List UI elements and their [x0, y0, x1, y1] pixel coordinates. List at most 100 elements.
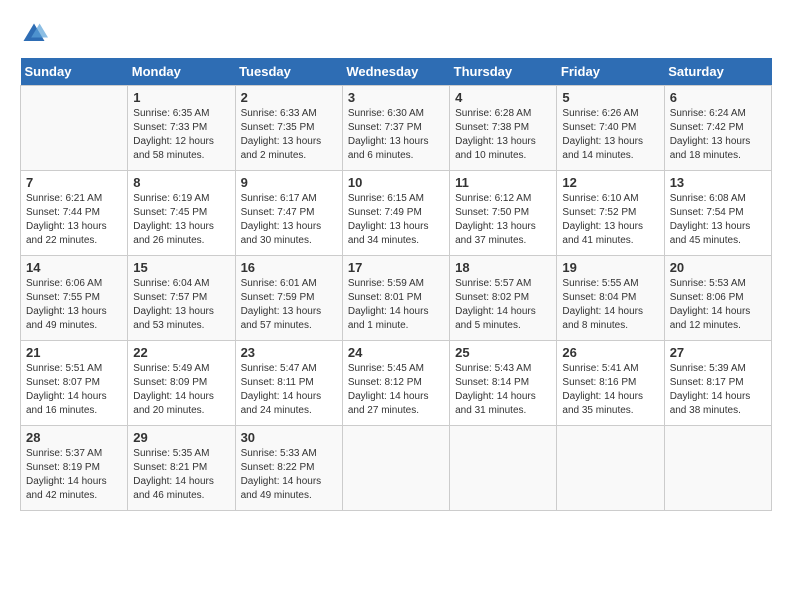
calendar-cell: 10 Sunrise: 6:15 AM Sunset: 7:49 PM Dayli… — [342, 171, 449, 256]
calendar-cell: 18 Sunrise: 5:57 AM Sunset: 8:02 PM Dayli… — [450, 256, 557, 341]
calendar-cell: 16 Sunrise: 6:01 AM Sunset: 7:59 PM Dayli… — [235, 256, 342, 341]
cell-content: Sunrise: 5:51 AM Sunset: 8:07 PM Dayligh… — [26, 362, 122, 418]
cell-content: Sunrise: 6:10 AM Sunset: 7:52 PM Dayligh… — [562, 192, 658, 248]
day-number: 10 — [348, 175, 444, 190]
day-number: 19 — [562, 260, 658, 275]
cell-content: Sunrise: 5:47 AM Sunset: 8:11 PM Dayligh… — [241, 362, 337, 418]
day-number: 12 — [562, 175, 658, 190]
cell-content: Sunrise: 6:21 AM Sunset: 7:44 PM Dayligh… — [26, 192, 122, 248]
calendar-cell: 23 Sunrise: 5:47 AM Sunset: 8:11 PM Dayli… — [235, 341, 342, 426]
calendar-cell: 12 Sunrise: 6:10 AM Sunset: 7:52 PM Dayli… — [557, 171, 664, 256]
cell-content: Sunrise: 6:08 AM Sunset: 7:54 PM Dayligh… — [670, 192, 766, 248]
calendar-week-row: 1 Sunrise: 6:35 AM Sunset: 7:33 PM Daylig… — [21, 86, 772, 171]
calendar-table: SundayMondayTuesdayWednesdayThursdayFrid… — [20, 58, 772, 511]
calendar-week-row: 7 Sunrise: 6:21 AM Sunset: 7:44 PM Daylig… — [21, 171, 772, 256]
cell-content: Sunrise: 5:39 AM Sunset: 8:17 PM Dayligh… — [670, 362, 766, 418]
day-number: 2 — [241, 90, 337, 105]
calendar-cell — [450, 426, 557, 511]
cell-content: Sunrise: 5:43 AM Sunset: 8:14 PM Dayligh… — [455, 362, 551, 418]
cell-content: Sunrise: 6:30 AM Sunset: 7:37 PM Dayligh… — [348, 107, 444, 163]
day-header-monday: Monday — [128, 58, 235, 86]
cell-content: Sunrise: 5:57 AM Sunset: 8:02 PM Dayligh… — [455, 277, 551, 333]
calendar-cell: 30 Sunrise: 5:33 AM Sunset: 8:22 PM Dayli… — [235, 426, 342, 511]
calendar-week-row: 21Sunrise: 5:51 AM Sunset: 8:07 PM Dayli… — [21, 341, 772, 426]
cell-content: Sunrise: 6:06 AM Sunset: 7:55 PM Dayligh… — [26, 277, 122, 333]
calendar-cell: 29Sunrise: 5:35 AM Sunset: 8:21 PM Dayli… — [128, 426, 235, 511]
logo — [20, 20, 52, 48]
day-number: 5 — [562, 90, 658, 105]
day-number: 25 — [455, 345, 551, 360]
cell-content: Sunrise: 5:45 AM Sunset: 8:12 PM Dayligh… — [348, 362, 444, 418]
day-number: 1 — [133, 90, 229, 105]
day-number: 7 — [26, 175, 122, 190]
calendar-cell — [557, 426, 664, 511]
day-header-sunday: Sunday — [21, 58, 128, 86]
calendar-week-row: 28 Sunrise: 5:37 AM Sunset: 8:19 PM Dayli… — [21, 426, 772, 511]
calendar-cell — [21, 86, 128, 171]
calendar-cell: 2 Sunrise: 6:33 AM Sunset: 7:35 PM Daylig… — [235, 86, 342, 171]
cell-content: Sunrise: 5:37 AM Sunset: 8:19 PM Dayligh… — [26, 447, 122, 503]
calendar-cell: 25 Sunrise: 5:43 AM Sunset: 8:14 PM Dayli… — [450, 341, 557, 426]
cell-content: Sunrise: 5:53 AM Sunset: 8:06 PM Dayligh… — [670, 277, 766, 333]
day-header-thursday: Thursday — [450, 58, 557, 86]
day-number: 23 — [241, 345, 337, 360]
logo-icon — [20, 20, 48, 48]
day-number: 4 — [455, 90, 551, 105]
day-number: 30 — [241, 430, 337, 445]
day-number: 6 — [670, 90, 766, 105]
day-number: 17 — [348, 260, 444, 275]
day-number: 8 — [133, 175, 229, 190]
cell-content: Sunrise: 6:19 AM Sunset: 7:45 PM Dayligh… — [133, 192, 229, 248]
calendar-cell: 14 Sunrise: 6:06 AM Sunset: 7:55 PM Dayli… — [21, 256, 128, 341]
cell-content: Sunrise: 5:55 AM Sunset: 8:04 PM Dayligh… — [562, 277, 658, 333]
calendar-cell: 27Sunrise: 5:39 AM Sunset: 8:17 PM Dayli… — [664, 341, 771, 426]
day-number: 26 — [562, 345, 658, 360]
cell-content: Sunrise: 6:26 AM Sunset: 7:40 PM Dayligh… — [562, 107, 658, 163]
calendar-cell: 7 Sunrise: 6:21 AM Sunset: 7:44 PM Daylig… — [21, 171, 128, 256]
calendar-cell: 11Sunrise: 6:12 AM Sunset: 7:50 PM Dayli… — [450, 171, 557, 256]
calendar-cell: 15 Sunrise: 6:04 AM Sunset: 7:57 PM Dayli… — [128, 256, 235, 341]
day-header-wednesday: Wednesday — [342, 58, 449, 86]
calendar-cell: 4 Sunrise: 6:28 AM Sunset: 7:38 PM Daylig… — [450, 86, 557, 171]
cell-content: Sunrise: 6:33 AM Sunset: 7:35 PM Dayligh… — [241, 107, 337, 163]
day-header-tuesday: Tuesday — [235, 58, 342, 86]
calendar-cell: 8 Sunrise: 6:19 AM Sunset: 7:45 PM Daylig… — [128, 171, 235, 256]
page-header — [20, 20, 772, 48]
calendar-cell: 1 Sunrise: 6:35 AM Sunset: 7:33 PM Daylig… — [128, 86, 235, 171]
calendar-cell — [342, 426, 449, 511]
day-number: 14 — [26, 260, 122, 275]
day-header-saturday: Saturday — [664, 58, 771, 86]
cell-content: Sunrise: 5:41 AM Sunset: 8:16 PM Dayligh… — [562, 362, 658, 418]
calendar-cell: 13 Sunrise: 6:08 AM Sunset: 7:54 PM Dayli… — [664, 171, 771, 256]
day-number: 15 — [133, 260, 229, 275]
day-number: 28 — [26, 430, 122, 445]
calendar-cell: 17 Sunrise: 5:59 AM Sunset: 8:01 PM Dayli… — [342, 256, 449, 341]
cell-content: Sunrise: 5:35 AM Sunset: 8:21 PM Dayligh… — [133, 447, 229, 503]
day-number: 11 — [455, 175, 551, 190]
day-number: 13 — [670, 175, 766, 190]
day-number: 3 — [348, 90, 444, 105]
day-header-friday: Friday — [557, 58, 664, 86]
cell-content: Sunrise: 6:28 AM Sunset: 7:38 PM Dayligh… — [455, 107, 551, 163]
calendar-cell: 21Sunrise: 5:51 AM Sunset: 8:07 PM Dayli… — [21, 341, 128, 426]
calendar-cell: 9 Sunrise: 6:17 AM Sunset: 7:47 PM Daylig… — [235, 171, 342, 256]
cell-content: Sunrise: 6:35 AM Sunset: 7:33 PM Dayligh… — [133, 107, 229, 163]
cell-content: Sunrise: 5:33 AM Sunset: 8:22 PM Dayligh… — [241, 447, 337, 503]
calendar-cell: 6 Sunrise: 6:24 AM Sunset: 7:42 PM Daylig… — [664, 86, 771, 171]
calendar-header-row: SundayMondayTuesdayWednesdayThursdayFrid… — [21, 58, 772, 86]
cell-content: Sunrise: 6:04 AM Sunset: 7:57 PM Dayligh… — [133, 277, 229, 333]
calendar-cell: 22Sunrise: 5:49 AM Sunset: 8:09 PM Dayli… — [128, 341, 235, 426]
day-number: 24 — [348, 345, 444, 360]
cell-content: Sunrise: 5:59 AM Sunset: 8:01 PM Dayligh… — [348, 277, 444, 333]
cell-content: Sunrise: 6:17 AM Sunset: 7:47 PM Dayligh… — [241, 192, 337, 248]
day-number: 16 — [241, 260, 337, 275]
day-number: 22 — [133, 345, 229, 360]
cell-content: Sunrise: 6:24 AM Sunset: 7:42 PM Dayligh… — [670, 107, 766, 163]
cell-content: Sunrise: 6:15 AM Sunset: 7:49 PM Dayligh… — [348, 192, 444, 248]
day-number: 18 — [455, 260, 551, 275]
calendar-cell: 3 Sunrise: 6:30 AM Sunset: 7:37 PM Daylig… — [342, 86, 449, 171]
day-number: 20 — [670, 260, 766, 275]
calendar-cell — [664, 426, 771, 511]
cell-content: Sunrise: 6:01 AM Sunset: 7:59 PM Dayligh… — [241, 277, 337, 333]
day-number: 9 — [241, 175, 337, 190]
